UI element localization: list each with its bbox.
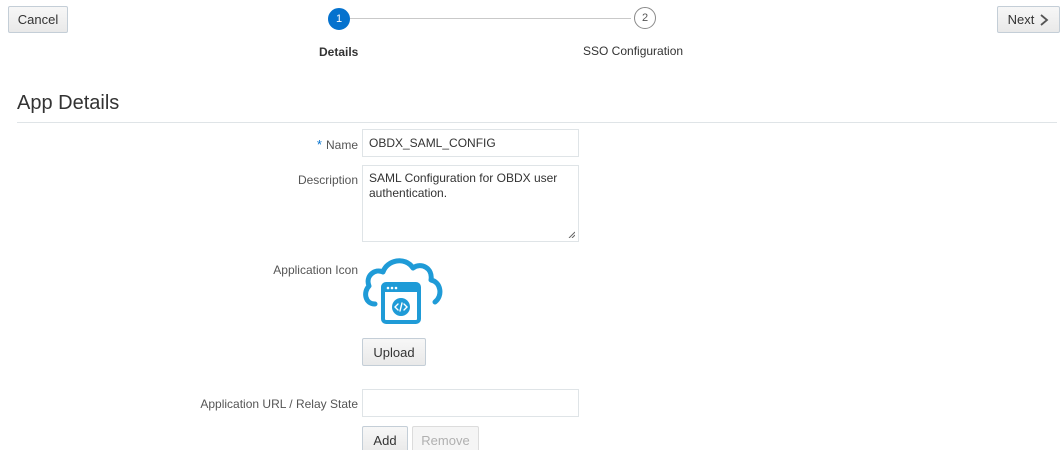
add-button-label: Add [373,432,397,448]
train-step-details[interactable]: 1 [328,8,350,30]
upload-button[interactable]: Upload [362,338,426,366]
app-details-page: Cancel Next 1 2 Details SSO Configuratio… [0,0,1064,450]
next-button-label: Next [1007,12,1035,27]
next-button[interactable]: Next [997,6,1060,33]
train-step-sso-configuration[interactable]: 2 [634,7,656,29]
add-button[interactable]: Add [362,426,408,450]
train-step-number: 2 [641,12,649,24]
application-url-label: Application URL / Relay State [200,397,358,411]
resize-handle-icon[interactable] [568,231,575,238]
description-field-value: SAML Configuration for OBDX user authent… [369,171,558,200]
train-step-number: 1 [335,13,343,25]
train-connector [350,18,631,19]
page-title: App Details [17,92,120,114]
cancel-button[interactable]: Cancel [8,6,68,33]
chevron-right-icon [1040,13,1049,26]
remove-button[interactable]: Remove [412,426,479,450]
upload-button-label: Upload [373,344,415,360]
description-label: Description [297,173,358,187]
train-step-label-sso-configuration: SSO Configuration [583,44,684,58]
required-marker: * [316,137,322,152]
train-step-label-details: Details [319,45,359,59]
description-field[interactable]: SAML Configuration for OBDX user authent… [362,165,579,242]
cloud-code-icon [363,258,443,324]
cancel-button-label: Cancel [17,12,59,27]
application-icon-label: Application Icon [273,263,358,277]
name-field[interactable]: OBDX_SAML_CONFIG [362,129,579,157]
title-divider [17,122,1057,123]
remove-button-label: Remove [421,432,470,448]
name-label-row: * Name [317,137,358,152]
application-url-field[interactable] [362,389,579,417]
name-label: Name [325,138,358,152]
name-field-value: OBDX_SAML_CONFIG [369,136,496,150]
